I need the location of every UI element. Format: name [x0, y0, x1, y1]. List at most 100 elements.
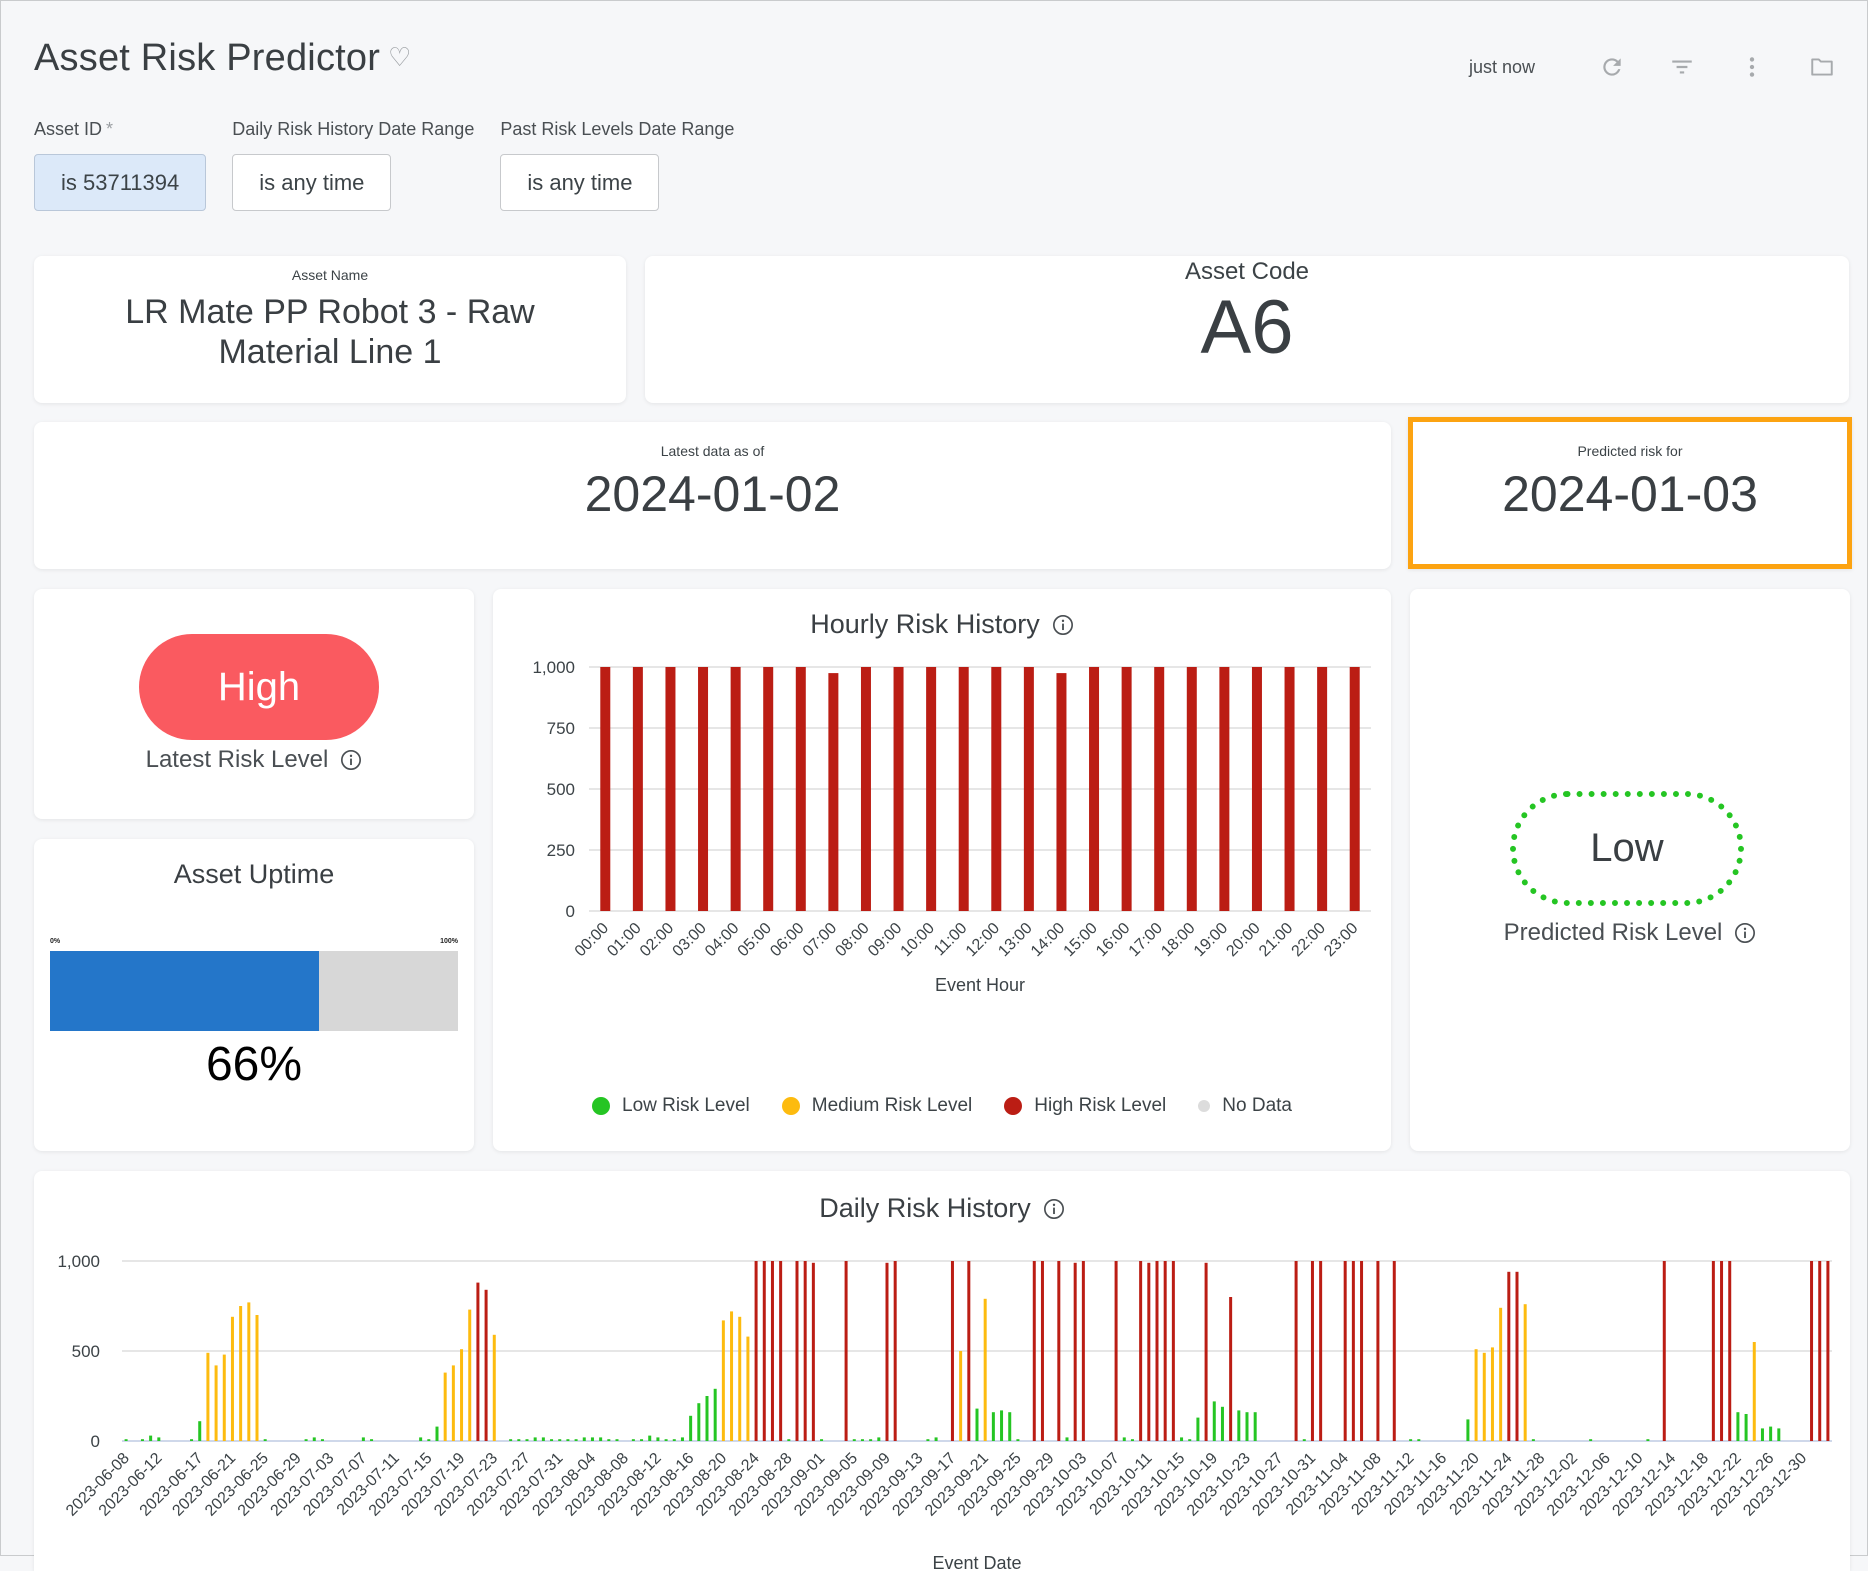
daily-bar	[1752, 1342, 1756, 1441]
daily-bar	[787, 1439, 791, 1441]
daily-risk-history-tile: Daily Risk History 0 500 1,000 2023-06-08 20…	[34, 1171, 1850, 1571]
daily-bar	[975, 1408, 979, 1441]
daily-bar	[1294, 1261, 1298, 1441]
daily-bar	[1523, 1304, 1527, 1441]
daily-bar	[443, 1372, 447, 1441]
x-tick-label: 12:00	[963, 920, 1003, 960]
daily-bar	[820, 1439, 824, 1441]
asset-name-line-1: LR Mate PP Robot 3 - Raw	[125, 293, 535, 331]
daily-bar	[1589, 1439, 1593, 1441]
daily-bar	[1155, 1261, 1159, 1441]
hourly-bar	[730, 667, 741, 911]
daily-bar	[746, 1336, 750, 1441]
daily-bar	[1016, 1439, 1020, 1441]
legend-dot-low	[592, 1097, 610, 1115]
refresh-icon[interactable]	[1597, 52, 1627, 82]
info-icon[interactable]	[1052, 614, 1074, 636]
info-icon[interactable]	[1043, 1198, 1065, 1220]
daily-bar	[1319, 1261, 1323, 1441]
daily-bar	[370, 1439, 374, 1441]
daily-bar	[1180, 1437, 1184, 1441]
info-icon[interactable]	[1734, 922, 1756, 944]
daily-bar	[656, 1437, 660, 1441]
daily-bar	[1507, 1271, 1511, 1441]
hourly-bar	[991, 667, 1002, 911]
hourly-bar	[1349, 667, 1360, 911]
daily-bar	[1220, 1406, 1224, 1441]
x-tick-label: 07:00	[800, 920, 840, 960]
daily-bar	[1351, 1261, 1355, 1441]
daily-bar	[1147, 1262, 1151, 1441]
filter-label: Daily Risk History Date Range	[232, 119, 475, 139]
uptime-value: 66%	[205, 1038, 303, 1091]
info-icon[interactable]	[340, 749, 362, 771]
daily-bar	[991, 1412, 995, 1441]
asset-id-filter-button[interactable]: is 53711394	[34, 154, 207, 211]
daily-bar	[541, 1437, 545, 1441]
latest-data-label: Latest data as of	[660, 443, 765, 459]
legend-dot-no-data	[1198, 1100, 1211, 1112]
daily-chart-title: Daily Risk History	[819, 1193, 1031, 1223]
heart-icon[interactable]: ♡	[388, 43, 416, 71]
legend-dot-medium	[781, 1097, 800, 1115]
daily-bar	[959, 1351, 963, 1441]
uptime-title: Asset Uptime	[173, 859, 335, 889]
hourly-bar	[1251, 667, 1262, 911]
hourly-bar	[958, 667, 969, 911]
more-vert-icon[interactable]	[1737, 52, 1767, 82]
daily-bar	[320, 1439, 324, 1441]
daily-bar	[1466, 1419, 1470, 1441]
hourly-bar	[1219, 667, 1230, 911]
daily-bar	[1229, 1297, 1233, 1441]
daily-bar	[1474, 1349, 1478, 1441]
daily-bar	[1130, 1439, 1134, 1441]
folder-icon[interactable]	[1807, 52, 1837, 82]
hourly-bar	[600, 667, 611, 911]
daily-bar	[1490, 1347, 1494, 1441]
hourly-bar	[1186, 667, 1197, 911]
daily-bar	[533, 1437, 537, 1441]
asset-code-label: Asset Code	[1184, 258, 1310, 285]
daily-bar	[648, 1435, 652, 1441]
daily-bar	[664, 1439, 668, 1441]
daily-bar	[1531, 1439, 1535, 1441]
daily-bar	[566, 1439, 570, 1441]
daily-bar	[484, 1289, 488, 1441]
hourly-risk-history-tile: Hourly Risk History 0 250 500 750 1,000 00:00…	[493, 589, 1391, 1151]
daily-bar	[1818, 1261, 1822, 1441]
hourly-bar	[860, 667, 871, 911]
legend-item-medium[interactable]: Medium Risk Level	[781, 1095, 972, 1117]
hourly-bar	[1056, 673, 1067, 911]
daily-bar	[877, 1437, 881, 1441]
y-tick-label: 1,000	[57, 1252, 100, 1271]
past-range-filter-button[interactable]: is any time	[500, 154, 660, 211]
filter-label: Past Risk Levels Date Range	[500, 119, 735, 139]
daily-bar	[451, 1365, 455, 1441]
daily-range-filter-button[interactable]: is any time	[232, 154, 392, 211]
x-tick-label: 01:00	[604, 920, 644, 960]
legend-item-low[interactable]: Low Risk Level	[592, 1095, 750, 1117]
x-tick-label: 04:00	[702, 920, 742, 960]
legend-item-no-data[interactable]: No Data	[1198, 1095, 1292, 1117]
x-tick-label: 14:00	[1028, 920, 1068, 960]
daily-bar	[435, 1426, 439, 1441]
hourly-bar	[828, 673, 839, 911]
dashboard-title: Asset Risk Predictor	[34, 37, 381, 79]
hourly-bar	[1317, 667, 1328, 911]
daily-bar	[1245, 1412, 1249, 1441]
daily-bar	[198, 1421, 202, 1441]
daily-bar	[206, 1352, 210, 1441]
daily-bar	[697, 1403, 701, 1441]
daily-bar	[1057, 1261, 1061, 1441]
daily-bar	[1376, 1261, 1380, 1441]
daily-bar	[770, 1261, 774, 1441]
daily-bar	[779, 1261, 783, 1441]
filter-icon[interactable]	[1667, 52, 1697, 82]
hourly-bar	[926, 667, 937, 911]
latest-risk-badge: High	[139, 634, 379, 740]
legend-item-high[interactable]: High Risk Level	[1004, 1095, 1166, 1117]
asset-name-line-2: Material Line 1	[218, 333, 442, 371]
daily-bar	[1646, 1439, 1650, 1441]
daily-bar	[1139, 1261, 1143, 1441]
predicted-for-label: Predicted risk for	[1577, 443, 1683, 459]
